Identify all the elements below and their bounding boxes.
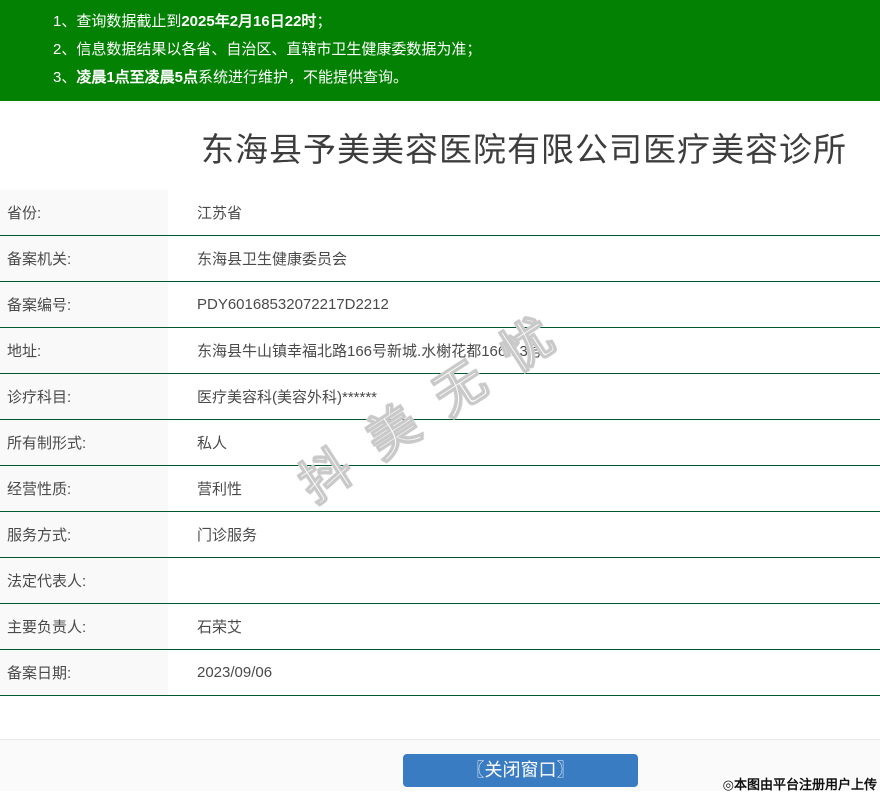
field-value: 东海县牛山镇幸福北路166号新城.水榭花都166-13号 — [168, 328, 880, 373]
field-value: 江苏省 — [168, 190, 880, 235]
field-value: 石荣艾 — [168, 604, 880, 649]
notice-line-3-text: 3、 — [53, 69, 77, 86]
field-label: 服务方式: — [0, 512, 168, 557]
notice-banner: 1、查询数据截止到2025年2月16日22时； 2、信息数据结果以各省、自治区、… — [0, 0, 880, 101]
info-row-record-number: 备案编号: PDY60168532072217D2212 — [0, 282, 880, 328]
field-label: 诊疗科目: — [0, 374, 168, 419]
info-row-operation-nature: 经营性质: 营利性 — [0, 466, 880, 512]
notice-line-3-tail: 系统进行维护，不能提供查询。 — [198, 69, 409, 86]
info-row-record-date: 备案日期: 2023/09/06 — [0, 650, 880, 696]
info-row-province: 省份: 江苏省 — [0, 190, 880, 236]
field-label: 备案编号: — [0, 282, 168, 327]
notice-line-1-bold: 2025年2月16日22时 — [181, 13, 317, 30]
field-label: 地址: — [0, 328, 168, 373]
field-value: PDY60168532072217D2212 — [168, 282, 880, 327]
notice-line-2: 2、信息数据结果以各省、自治区、直辖市卫生健康委数据为准； — [53, 36, 880, 64]
field-label: 备案日期: — [0, 650, 168, 695]
field-label: 备案机关: — [0, 236, 168, 281]
info-row-principal: 主要负责人: 石荣艾 — [0, 604, 880, 650]
field-label: 主要负责人: — [0, 604, 168, 649]
field-value: 营利性 — [168, 466, 880, 511]
field-label: 法定代表人: — [0, 558, 168, 603]
info-row-service-mode: 服务方式: 门诊服务 — [0, 512, 880, 558]
info-row-legal-representative: 法定代表人: — [0, 558, 880, 604]
field-label: 所有制形式: — [0, 420, 168, 465]
field-value: 2023/09/06 — [168, 650, 880, 695]
info-row-record-authority: 备案机关: 东海县卫生健康委员会 — [0, 236, 880, 282]
info-table: 省份: 江苏省 备案机关: 东海县卫生健康委员会 备案编号: PDY601685… — [0, 190, 880, 696]
field-label: 经营性质: — [0, 466, 168, 511]
notice-line-3-bold: 凌晨1点至凌晨5点 — [76, 69, 199, 86]
info-row-treatment-subjects: 诊疗科目: 医疗美容科(美容外科)****** — [0, 374, 880, 420]
info-row-ownership-type: 所有制形式: 私人 — [0, 420, 880, 466]
field-value: 私人 — [168, 420, 880, 465]
field-value: 门诊服务 — [168, 512, 880, 557]
notice-line-2-text: 2、信息数据结果以各省、自治区、直辖市卫生健康委数据为准； — [53, 41, 482, 58]
upload-credit: ◎本图由平台注册用户上传 — [722, 777, 877, 792]
notice-line-1-tail: ； — [316, 13, 332, 30]
field-value — [168, 558, 880, 603]
page-title: 东海县予美美容医院有限公司医疗美容诊所 — [201, 131, 847, 168]
field-value: 东海县卫生健康委员会 — [168, 236, 880, 281]
close-window-button[interactable]: 〖关闭窗口〗 — [403, 754, 638, 787]
notice-line-1: 1、查询数据截止到2025年2月16日22时； — [53, 8, 880, 36]
notice-line-3: 3、凌晨1点至凌晨5点系统进行维护，不能提供查询。 — [53, 64, 880, 92]
notice-line-1-text: 1、查询数据截止到 — [53, 13, 182, 30]
info-row-address: 地址: 东海县牛山镇幸福北路166号新城.水榭花都166-13号 — [0, 328, 880, 374]
field-label: 省份: — [0, 190, 168, 235]
field-value: 医疗美容科(美容外科)****** — [168, 374, 880, 419]
